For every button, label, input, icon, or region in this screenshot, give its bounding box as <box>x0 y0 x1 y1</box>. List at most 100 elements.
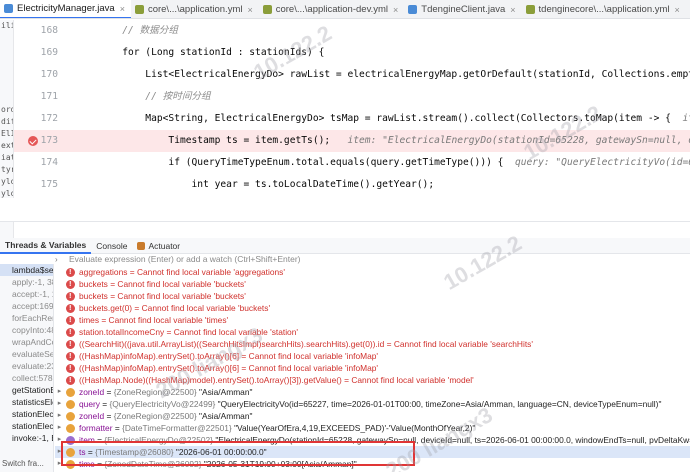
variable-row[interactable]: buckets = Cannot find local variable 'bu… <box>55 290 690 302</box>
line-number[interactable]: 173 <box>14 130 62 152</box>
variable-row[interactable]: buckets.get(0) = Cannot find local varia… <box>55 302 690 314</box>
fold-gutter <box>62 108 76 130</box>
variable-row[interactable]: station.totalIncomeCny = Cannot find loc… <box>55 326 690 338</box>
tab-label: tdenginecore\...\application.yml <box>538 4 670 15</box>
stack-frame[interactable]: accept:169, <box>0 300 53 312</box>
line-number[interactable]: 172 <box>14 108 62 130</box>
project-tree-item[interactable]: ext <box>0 140 13 152</box>
line-number[interactable]: 175 <box>14 174 62 196</box>
project-tree-item[interactable]: ylo <box>0 176 13 188</box>
code-line[interactable]: 169 for (Long stationId : stationIds) { <box>14 42 690 64</box>
code-content: Map<String, ElectricalEnergyDo> tsMap = … <box>76 113 671 124</box>
tab-label: core\...\application.yml <box>147 4 243 15</box>
stack-frame[interactable]: forEachRem <box>0 312 53 324</box>
stack-frame[interactable]: accept:-1, 1 <box>0 288 53 300</box>
variable-row[interactable]: ((HashMap)infoMap).entrySet().toArray()[… <box>55 362 690 374</box>
line-number[interactable]: 170 <box>14 64 62 86</box>
stack-frame[interactable]: apply:-1, 38 <box>0 276 53 288</box>
editor-tab[interactable]: core\...\application.yml × <box>131 0 259 18</box>
editor-tab[interactable]: core\...\application-dev.yml × <box>259 0 405 18</box>
project-tree-item[interactable]: iati <box>0 152 13 164</box>
stack-frame[interactable]: wrapAndCo <box>0 336 53 348</box>
chevron-right-icon[interactable]: ▸ <box>55 422 64 434</box>
stack-frame[interactable]: evaluateSeq <box>0 348 53 360</box>
stack-frame[interactable]: evaluate:23 <box>0 360 53 372</box>
editor-tab[interactable]: tdenginecore\...\application-dev× <box>686 0 690 18</box>
project-tree-item[interactable] <box>0 44 13 56</box>
stack-frame[interactable]: copyInto:48 <box>0 324 53 336</box>
close-icon[interactable]: × <box>675 5 680 15</box>
stack-frame[interactable]: stationElect <box>0 408 53 420</box>
code-content: // 按时间分组 <box>76 91 211 102</box>
code-line[interactable]: 173 Timestamp ts = item.getTs(); item: "… <box>14 130 690 152</box>
inline-debug-value: query: "QueryElectricityVo(id=65227, tim… <box>514 157 690 168</box>
project-tree-item[interactable] <box>0 92 13 104</box>
project-tree-item[interactable]: dif <box>0 116 13 128</box>
line-number[interactable]: 169 <box>14 42 62 64</box>
code-line[interactable]: 172 Map<String, ElectricalEnergyDo> tsMa… <box>14 108 690 130</box>
stack-frame[interactable]: collect:578, <box>0 372 53 384</box>
variable-type: {ZoneRegion@22500} <box>113 411 197 421</box>
project-tree-item[interactable] <box>0 56 13 68</box>
code-line[interactable]: 171 // 按时间分组 <box>14 86 690 108</box>
variable-row[interactable]: buckets = Cannot find local variable 'bu… <box>55 278 690 290</box>
project-tree-item[interactable]: ElI <box>0 128 13 140</box>
chevron-right-icon[interactable]: › <box>55 255 63 264</box>
project-tree-item[interactable] <box>0 80 13 92</box>
variable-row[interactable]: ((HashMap)infoMap).entrySet().toArray()[… <box>55 350 690 362</box>
close-icon[interactable]: × <box>120 4 125 14</box>
chevron-right-icon[interactable]: ▸ <box>55 410 64 422</box>
error-icon <box>66 278 75 290</box>
code-line[interactable]: 174 if (QueryTimeTypeEnum.total.equals(q… <box>14 152 690 174</box>
stack-frame[interactable]: statisticsEle <box>0 396 53 408</box>
chevron-right-icon[interactable]: ▸ <box>55 386 64 398</box>
editor-tab[interactable]: tdenginecore\...\application.yml × <box>522 0 686 18</box>
variable-value: "Asia/Amman" <box>199 411 253 421</box>
code-line[interactable]: 170 List<ElectricalEnergyDo> rawList = e… <box>14 64 690 86</box>
variable-row[interactable]: ▸ zoneId = {ZoneRegion@22500} "Asia/Amman… <box>55 410 690 422</box>
code-editor[interactable]: 168 // 数据分组 169 for (Long stationId : sta… <box>14 20 690 218</box>
fold-gutter <box>62 42 76 64</box>
error-icon <box>66 302 75 314</box>
variable-row[interactable]: ((HashMap.Node)((HashMap)model).entrySet… <box>55 374 690 386</box>
error-icon <box>66 290 75 302</box>
close-icon[interactable]: × <box>247 5 252 15</box>
variable-icon <box>66 411 75 421</box>
equals-sign: = <box>104 411 114 421</box>
code-line[interactable]: 175 int year = ts.toLocalDateTime().getY… <box>14 174 690 196</box>
evaluate-expression-field[interactable]: › Evaluate expression (Enter) or add a w… <box>55 252 690 266</box>
stack-frame[interactable]: lambda$sea <box>0 264 53 276</box>
code-content: for (Long stationId : stationIds) { <box>76 47 325 58</box>
variable-row[interactable]: ▸ query = {QueryElectricityVo@22499} "Que… <box>55 398 690 410</box>
breakpoint-icon[interactable] <box>28 136 38 146</box>
line-number[interactable]: 171 <box>14 86 62 108</box>
project-tree-item[interactable]: ilit <box>0 20 13 32</box>
variable-row[interactable]: aggregations = Cannot find local variabl… <box>55 266 690 278</box>
editor-tab[interactable]: ElectricityManager.java × <box>0 0 131 18</box>
error-icon <box>66 362 75 374</box>
close-icon[interactable]: × <box>393 5 398 15</box>
stack-frame[interactable]: getStationE <box>0 384 53 396</box>
project-tree-item[interactable] <box>0 68 13 80</box>
editor-tab[interactable]: TdengineClient.java × <box>404 0 521 18</box>
close-icon[interactable]: × <box>510 5 515 15</box>
chevron-right-icon[interactable]: ▸ <box>55 398 64 410</box>
switch-frames-label[interactable]: Switch fra... <box>2 459 44 468</box>
variable-row[interactable]: ▸ zoneId = {ZoneRegion@22500} "Asia/Amman… <box>55 386 690 398</box>
line-number[interactable]: 168 <box>14 20 62 42</box>
variable-value: "Asia/Amman" <box>199 387 253 397</box>
evaluate-placeholder: Evaluate expression (Enter) or add a wat… <box>69 254 301 264</box>
line-number[interactable]: 174 <box>14 152 62 174</box>
code-text: Timestamp ts = item.getTs(); item: "Elec… <box>76 130 690 152</box>
code-line[interactable]: 168 // 数据分组 <box>14 20 690 42</box>
stack-frame[interactable]: stationElect <box>0 420 53 432</box>
project-tree-item[interactable]: tyr <box>0 164 13 176</box>
project-tree-item[interactable]: ord <box>0 104 13 116</box>
stack-frame[interactable]: invoke:-1, E <box>0 432 53 444</box>
variable-row[interactable]: ((SearchHit)((java.util.ArrayList)((Sear… <box>55 338 690 350</box>
variable-value: "Value(YearOfEra,4,19,EXCEEDS_PAD)'-'Val… <box>234 423 476 433</box>
variable-row[interactable]: ▸ formatter = {DateTimeFormatter@22501} "… <box>55 422 690 434</box>
project-tree-item[interactable] <box>0 32 13 44</box>
variable-row[interactable]: times = Cannot find local variable 'time… <box>55 314 690 326</box>
watch-error-text: ((HashMap)infoMap).entrySet().toArray()[… <box>79 363 379 373</box>
